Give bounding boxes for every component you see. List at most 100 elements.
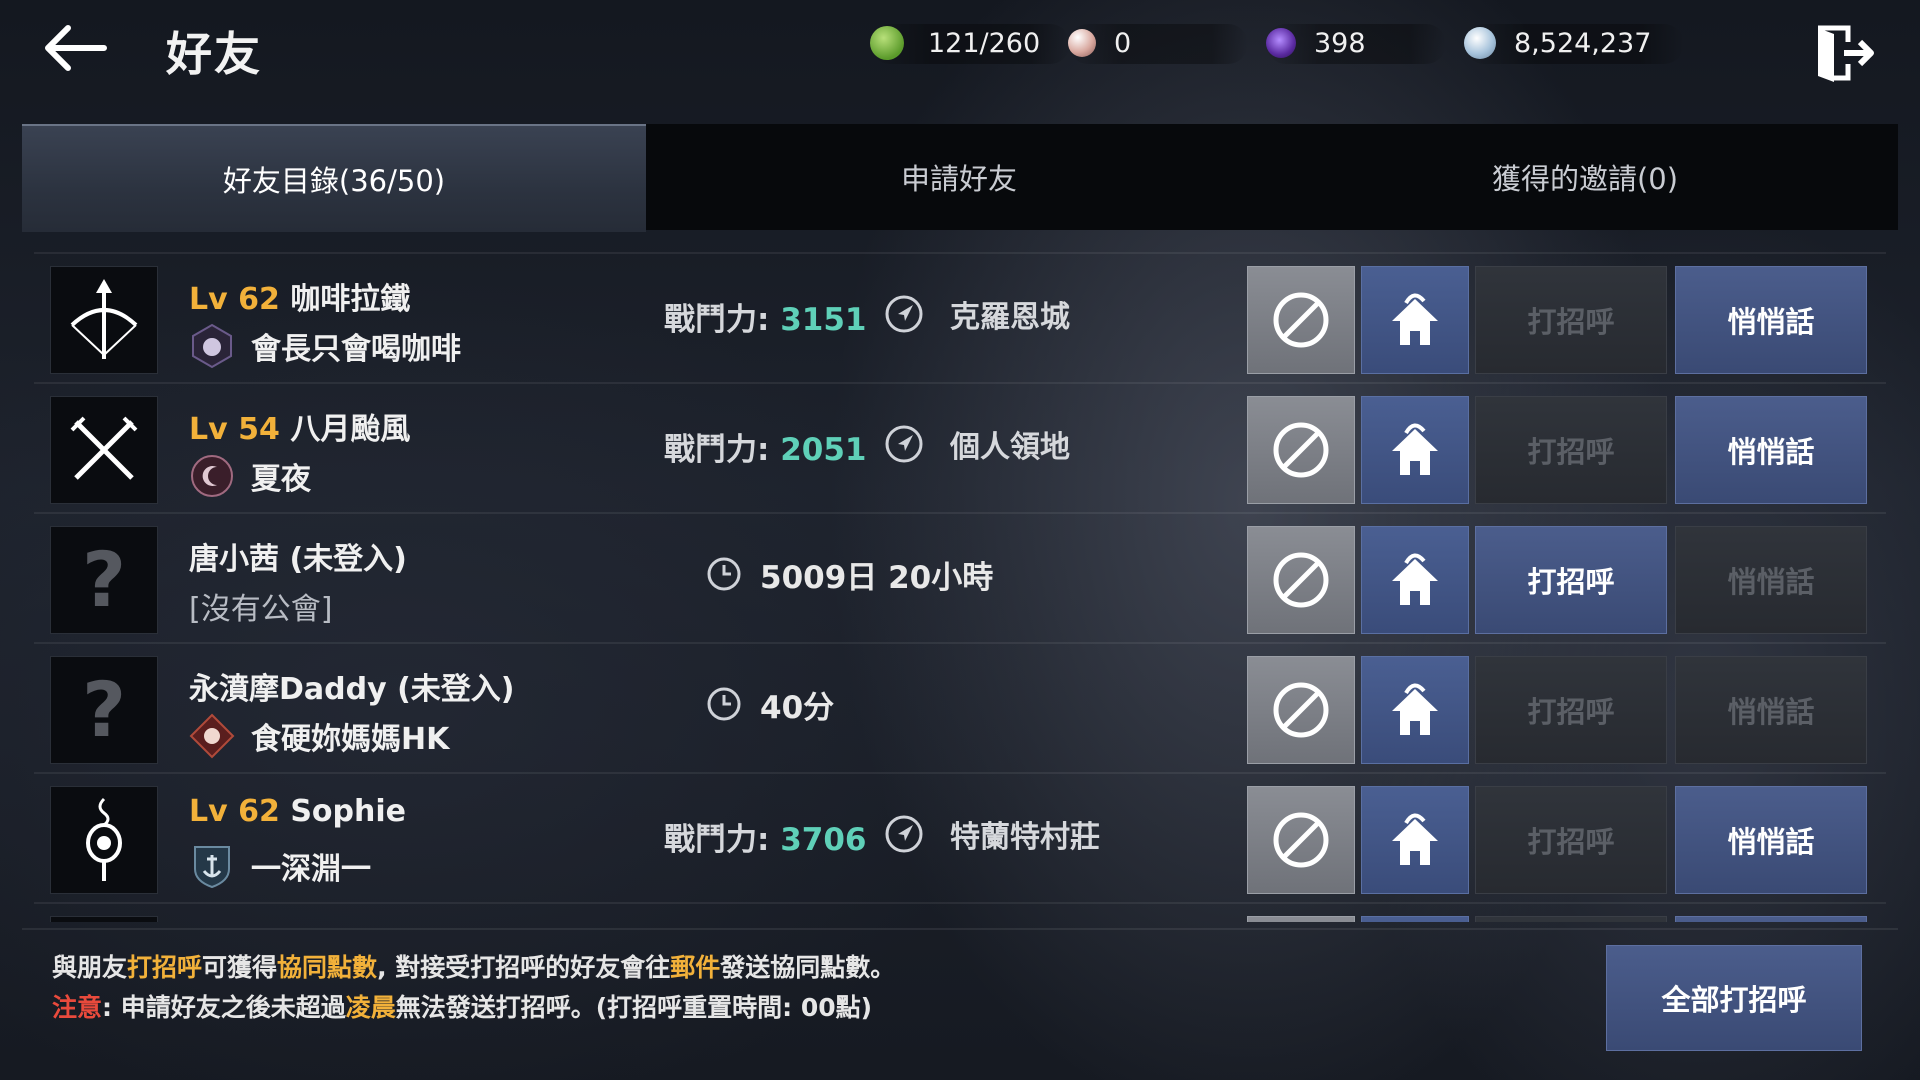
guild-line: 會長只會喝咖啡 xyxy=(189,322,461,370)
guild-name: 夏夜 xyxy=(251,462,311,497)
friend-avatar[interactable] xyxy=(50,786,158,894)
whisper-button[interactable]: 悄悄話 xyxy=(1675,526,1867,634)
greet-button[interactable] xyxy=(1475,916,1667,922)
friend-row: ? 永濆摩Daddy (未登入) 食硬妳媽媽HK 40分 打招呼 悄悄話 xyxy=(34,642,1886,772)
last-login-time: 5009日 20小時 xyxy=(760,559,994,596)
greet-all-button[interactable]: 全部打招呼 xyxy=(1606,945,1862,1051)
tab-received-invites[interactable]: 獲得的邀請(0) xyxy=(1272,124,1898,230)
friend-level: Lv 62 xyxy=(189,282,280,317)
combat-power-label: 戰鬥力: xyxy=(664,822,770,858)
friend-name-line: Lv 62 咖啡拉鐵 xyxy=(189,274,410,318)
guild-line: 一深淵一 xyxy=(189,842,371,890)
block-button[interactable] xyxy=(1247,396,1355,504)
whisper-button[interactable] xyxy=(1675,916,1867,922)
guild-emblem-icon xyxy=(189,453,235,499)
friend-level: Lv 54 xyxy=(189,412,280,447)
combat-power-value: 2051 xyxy=(780,432,867,468)
friend-row: ? 唐小茜 (未登入) [沒有公會] 5009日 20小時 打招呼 悄悄話 xyxy=(34,512,1886,642)
friend-avatar[interactable]: ? xyxy=(50,656,158,764)
friend-avatar[interactable] xyxy=(50,396,158,504)
friend-name: 唐小茜 (未登入) xyxy=(189,542,407,577)
visit-home-button[interactable] xyxy=(1361,656,1469,764)
friend-name: 咖啡拉鐵 xyxy=(290,282,411,317)
block-button[interactable] xyxy=(1247,266,1355,374)
last-login: 40分 xyxy=(706,680,834,728)
visit-home-button[interactable] xyxy=(1361,396,1469,504)
exit-button[interactable] xyxy=(1814,22,1874,84)
house-icon xyxy=(1392,683,1438,735)
location: 克羅恩城 xyxy=(884,290,1070,338)
block-button[interactable] xyxy=(1247,916,1355,922)
greet-button[interactable]: 打招呼 xyxy=(1475,266,1667,374)
page-title: 好友 xyxy=(166,27,262,81)
combat-power-label: 戰鬥力: xyxy=(664,302,770,338)
location-name: 特蘭特村莊 xyxy=(950,820,1100,855)
back-button[interactable] xyxy=(40,22,110,74)
whisper-button[interactable]: 悄悄話 xyxy=(1675,266,1867,374)
purple-gem-icon xyxy=(1266,28,1296,58)
block-icon xyxy=(1273,292,1329,348)
visit-home-button[interactable] xyxy=(1361,786,1469,894)
gem-counter: 398 xyxy=(1266,24,1446,64)
tab-friend-request[interactable]: 申請好友 xyxy=(646,124,1272,230)
tab-friend-list[interactable]: 好友目錄(36/50) xyxy=(22,124,646,232)
line1-segment: 可獲得 xyxy=(202,953,278,982)
house-icon xyxy=(1392,813,1438,865)
guild-name: 會長只會喝咖啡 xyxy=(251,332,461,367)
combat-power: 戰鬥力: 2051 xyxy=(664,424,866,469)
navigation-compass-icon xyxy=(885,425,923,463)
clock-icon xyxy=(707,687,741,721)
greet-button[interactable]: 打招呼 xyxy=(1475,786,1667,894)
friend-name-line: Lv 62 Sophie xyxy=(189,794,406,829)
combat-power: 戰鬥力: 3706 xyxy=(664,814,866,859)
friend-list[interactable]: Lv 62 咖啡拉鐵 會長只會喝咖啡 戰鬥力: 3151 克羅恩城 打招呼 悄悄… xyxy=(34,252,1886,922)
visit-home-button[interactable] xyxy=(1361,916,1469,922)
block-icon xyxy=(1273,422,1329,478)
pearl-value: 0 xyxy=(1114,28,1132,59)
friend-tabs: 好友目錄(36/50) 申請好友 獲得的邀請(0) xyxy=(22,124,1898,232)
line2-segment: : 申請好友之後未超過 xyxy=(102,993,346,1022)
visit-home-button[interactable] xyxy=(1361,526,1469,634)
greet-button[interactable]: 打招呼 xyxy=(1475,656,1667,764)
navigation-compass-icon xyxy=(885,815,923,853)
silver-counter: 8,524,237 xyxy=(1464,24,1684,64)
greet-button[interactable]: 打招呼 xyxy=(1475,396,1667,504)
block-button[interactable] xyxy=(1247,526,1355,634)
combat-power-label: 戰鬥力: xyxy=(664,432,770,468)
stamina-value: 121/260 xyxy=(928,28,1041,59)
footer-divider xyxy=(22,928,1898,930)
greet-button[interactable]: 打招呼 xyxy=(1475,526,1667,634)
clock-icon xyxy=(707,557,741,591)
whisper-button[interactable]: 悄悄話 xyxy=(1675,396,1867,504)
friend-avatar[interactable] xyxy=(50,916,158,922)
friend-avatar[interactable]: ? xyxy=(50,526,158,634)
exit-door-icon xyxy=(1818,25,1874,82)
block-button[interactable] xyxy=(1247,656,1355,764)
back-arrow-icon xyxy=(45,25,107,71)
last-login: 5009日 20小時 xyxy=(706,550,993,598)
silver-coin-icon xyxy=(1464,27,1496,59)
whisper-button[interactable]: 悄悄話 xyxy=(1675,656,1867,764)
guild-emblem-icon xyxy=(189,323,235,369)
silver-value: 8,524,237 xyxy=(1514,28,1652,59)
friend-name: Sophie xyxy=(290,794,407,829)
bow-class-icon xyxy=(70,279,138,359)
greet-notice-line: 注意: 申請好友之後未超過凌晨無法發送打招呼。(打招呼重置時間: 00點) xyxy=(52,988,872,1024)
line1-segment: 打招呼 xyxy=(127,953,203,982)
friend-avatar[interactable] xyxy=(50,266,158,374)
stamina-counter: 121/260 xyxy=(870,24,1070,64)
guild-line: [沒有公會] xyxy=(189,582,332,630)
whisper-button[interactable]: 悄悄話 xyxy=(1675,786,1867,894)
friend-row-partial xyxy=(34,902,1886,922)
guild-name: 食硬妳媽媽HK xyxy=(251,722,450,757)
friend-level: Lv 62 xyxy=(189,794,280,829)
block-icon xyxy=(1273,812,1329,868)
location-name: 個人領地 xyxy=(950,430,1070,465)
guild-line: 食硬妳媽媽HK xyxy=(189,712,449,760)
line2-segment: 凌晨 xyxy=(345,993,396,1022)
block-button[interactable] xyxy=(1247,786,1355,894)
visit-home-button[interactable] xyxy=(1361,266,1469,374)
block-icon xyxy=(1273,682,1329,738)
friend-name: 八月颱風 xyxy=(290,412,411,447)
line1-segment: 發送協同點數。 xyxy=(720,953,896,982)
